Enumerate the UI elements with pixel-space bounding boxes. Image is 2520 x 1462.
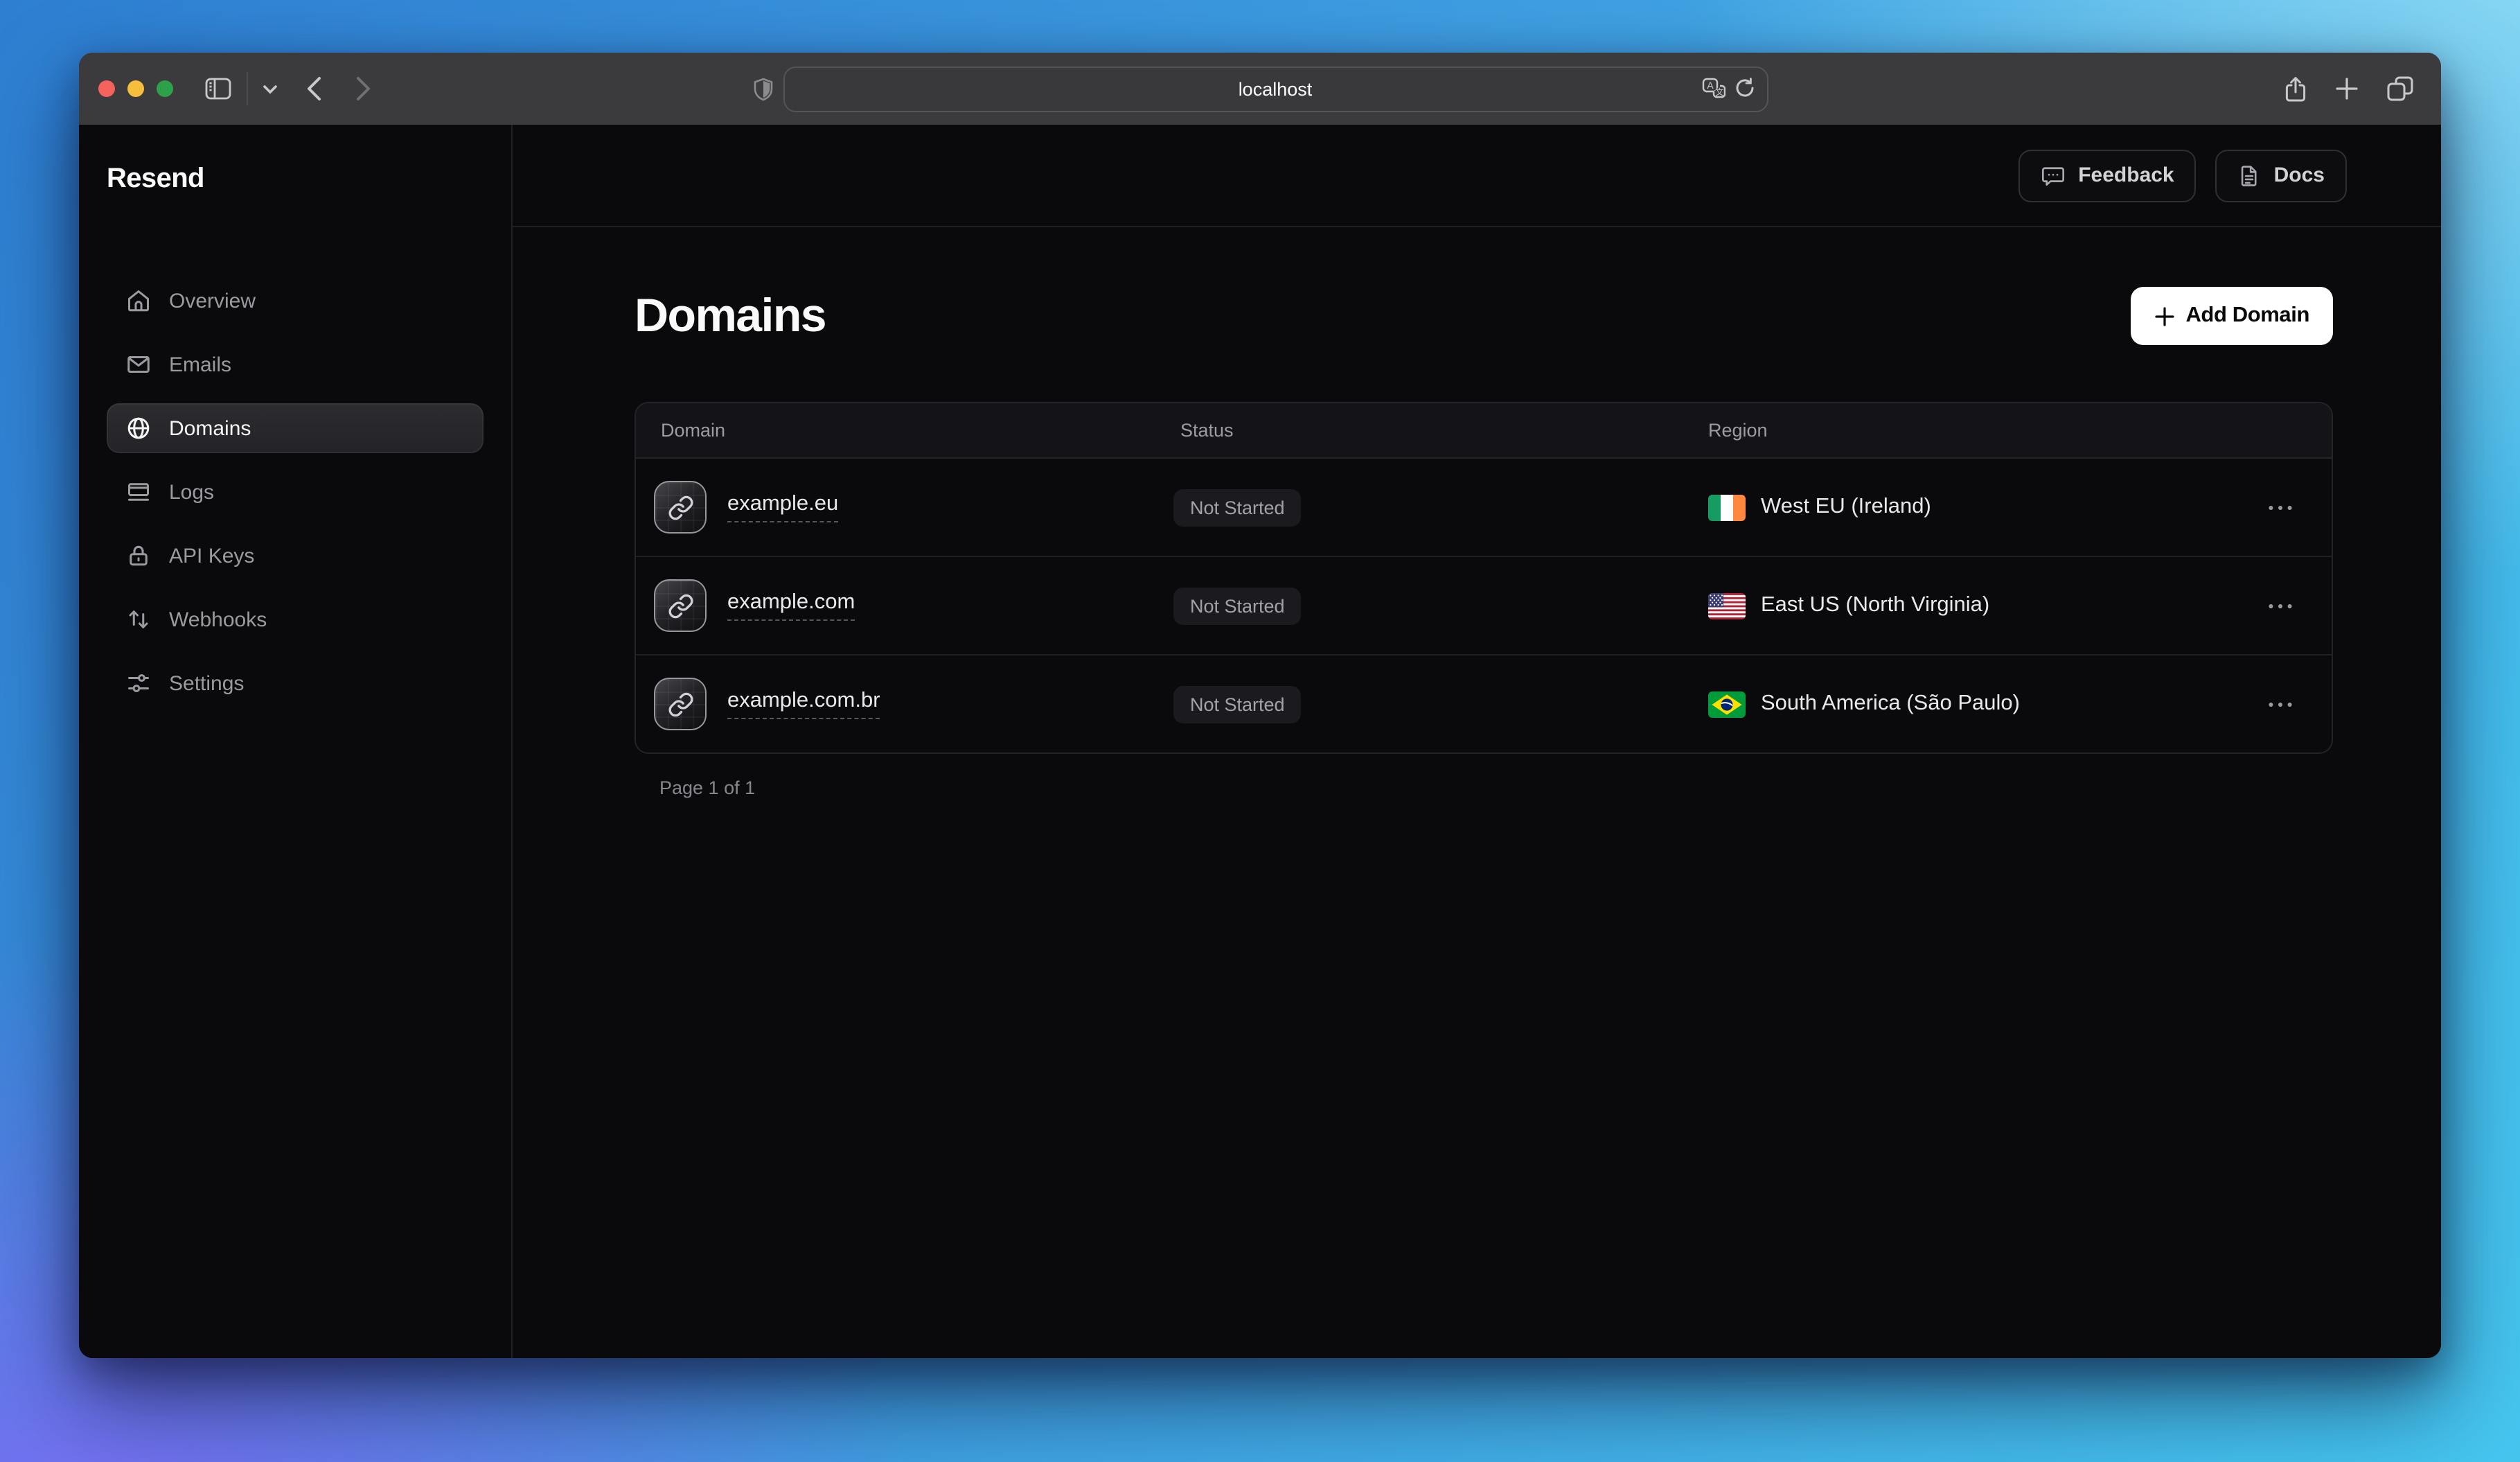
column-header-domain: Domain [636,420,1173,441]
ireland-flag-icon [1708,494,1746,520]
titlebar-divider [247,72,248,105]
docs-button[interactable]: Docs [2216,149,2347,202]
region-label: East US (North Virginia) [1761,593,1989,618]
document-icon [2238,163,2262,188]
sidebar-item-label: API Keys [169,544,254,567]
feedback-button[interactable]: Feedback [2018,149,2196,202]
close-window-button[interactable] [98,80,115,97]
home-icon [126,288,151,313]
sidebar-nav: Overview Emails Domains Logs [79,276,511,708]
pagination-status: Page 1 of 1 [635,777,2333,798]
address-bar-area: localhost A 文 [752,53,1768,125]
arrows-up-down-icon [126,607,151,632]
page-title: Domains [635,287,826,345]
sidebar-item-webhooks[interactable]: Webhooks [107,595,483,644]
column-header-region: Region [1708,420,2262,441]
new-tab-icon[interactable] [2336,78,2358,100]
row-menu-button[interactable] [2262,498,2298,516]
forward-icon[interactable] [356,76,371,101]
domain-name-link[interactable]: example.eu [727,492,838,522]
sidebar-toggle-icon[interactable] [205,78,231,100]
logs-icon [126,479,151,504]
sidebar-item-label: Emails [169,353,231,376]
page-content: Domains Add Domain Domain Status Region [513,227,2441,798]
share-icon[interactable] [2284,76,2307,102]
row-menu-button[interactable] [2262,597,2298,615]
browser-window: localhost A 文 [79,53,2441,1358]
url-field[interactable]: localhost A 文 [783,66,1768,112]
sidebar-item-label: Webhooks [169,608,267,631]
sidebar-item-label: Overview [169,289,256,312]
status-badge: Not Started [1173,488,1302,526]
sliders-icon [126,671,151,696]
domain-link-button[interactable] [654,678,707,730]
domain-link-button[interactable] [654,481,707,534]
row-menu-button[interactable] [2262,695,2298,713]
domain-name-link[interactable]: example.com.br [727,689,880,719]
sidebar-item-label: Logs [169,480,214,504]
domain-name-link[interactable]: example.com [727,590,855,621]
docs-button-label: Docs [2274,164,2325,187]
us-flag-icon [1708,592,1746,619]
envelope-icon [126,352,151,377]
resend-logo[interactable]: Resend [79,162,511,195]
feedback-bubble-icon [2041,163,2066,188]
chevron-down-icon[interactable] [263,84,277,94]
table-row: example.com.br Not Started South America… [636,654,2332,752]
sidebar-item-logs[interactable]: Logs [107,467,483,517]
window-controls [98,53,371,125]
resend-app: Resend Overview Emails Domains [79,125,2441,1358]
reload-icon[interactable] [1734,77,1754,98]
feedback-button-label: Feedback [2078,164,2174,187]
sidebar: Resend Overview Emails Domains [79,125,513,1358]
add-domain-button[interactable]: Add Domain [2130,287,2333,345]
plus-icon [2154,306,2174,326]
desktop-background: localhost A 文 [0,0,2520,1462]
minimize-window-button[interactable] [127,80,144,97]
sidebar-item-domains[interactable]: Domains [107,403,483,453]
ellipsis-icon [2268,602,2293,609]
region-label: South America (São Paulo) [1761,692,2020,716]
main-area: Feedback Docs Domains Add Domain [513,125,2441,1358]
column-header-status: Status [1173,420,1708,441]
zoom-window-button[interactable] [157,80,173,97]
add-domain-label: Add Domain [2185,303,2309,328]
svg-text:文: 文 [1714,86,1723,96]
svg-text:A: A [1706,79,1713,90]
translate-icon[interactable]: A 文 [1701,77,1725,98]
sidebar-item-emails[interactable]: Emails [107,340,483,389]
ellipsis-icon [2268,701,2293,707]
sidebar-item-overview[interactable]: Overview [107,276,483,326]
tabs-overview-icon[interactable] [2387,76,2413,101]
domains-table: Domain Status Region example.eu [635,402,2333,754]
sidebar-item-label: Domains [169,416,251,440]
back-icon[interactable] [306,76,321,101]
brazil-flag-icon [1708,691,1746,717]
table-row: example.com Not Started East US (North V… [636,556,2332,654]
titlebar-right-actions [2284,53,2413,125]
shield-icon[interactable] [752,77,773,100]
lock-icon [126,543,151,568]
table-header: Domain Status Region [636,403,2332,459]
status-badge: Not Started [1173,685,1302,723]
globe-icon [126,416,151,441]
status-badge: Not Started [1173,587,1302,624]
ellipsis-icon [2268,504,2293,511]
sidebar-item-settings[interactable]: Settings [107,658,483,708]
url-text: localhost [1239,78,1313,99]
link-icon [667,691,693,717]
app-topbar: Feedback Docs [513,125,2441,227]
link-icon [667,592,693,619]
region-label: West EU (Ireland) [1761,495,1931,520]
table-row: example.eu Not Started West EU (Ireland) [636,459,2332,556]
sidebar-item-label: Settings [169,671,244,695]
link-icon [667,494,693,520]
browser-titlebar: localhost A 文 [79,53,2441,125]
domain-link-button[interactable] [654,579,707,632]
sidebar-item-api-keys[interactable]: API Keys [107,531,483,581]
